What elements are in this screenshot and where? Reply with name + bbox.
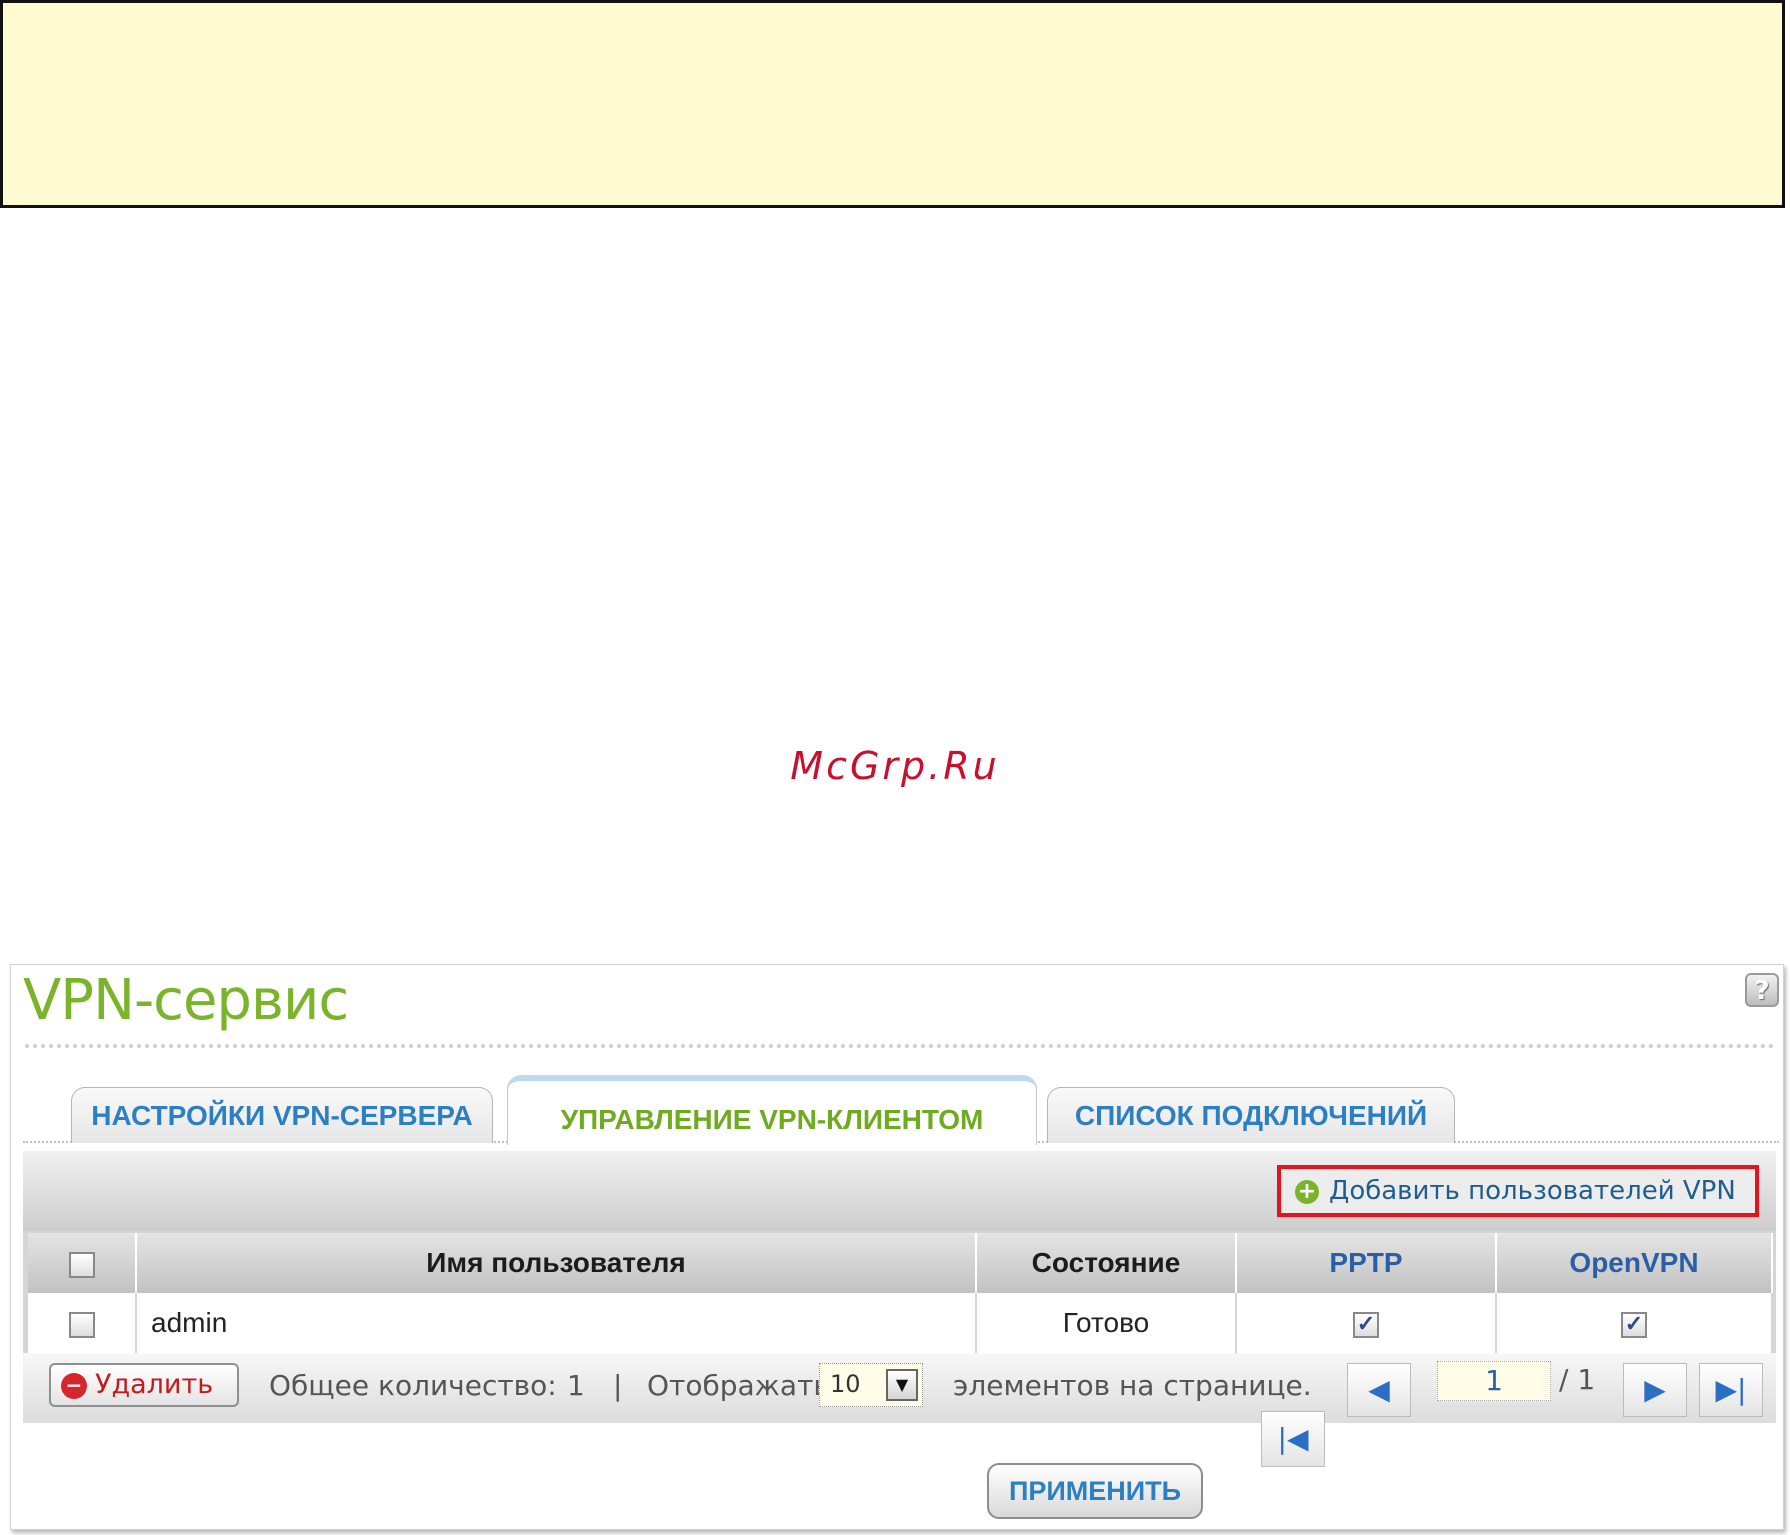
first-page-icon: |◀	[1277, 1422, 1309, 1455]
per-page-label: элементов на странице.	[953, 1369, 1312, 1402]
column-header-username[interactable]: Имя пользователя	[136, 1233, 977, 1293]
tab-connection-list[interactable]: СПИСОК ПОДКЛЮЧЕНИЙ	[1047, 1087, 1455, 1143]
title-divider	[25, 1044, 1775, 1048]
grid-toolbar: + Добавить пользователей VPN	[23, 1151, 1776, 1231]
column-header-status[interactable]: Состояние	[976, 1233, 1237, 1293]
apply-button[interactable]: ПРИМЕНИТЬ	[987, 1463, 1203, 1519]
display-label: Отображать	[647, 1369, 830, 1402]
chevron-down-icon[interactable]: ▼	[886, 1369, 918, 1401]
yellow-banner	[0, 0, 1785, 208]
vpn-service-panel: VPN-сервис ? НАСТРОЙКИ VPN-СЕРВЕРА УПРАВ…	[10, 964, 1784, 1530]
prev-arrow-icon: ◀	[1368, 1373, 1390, 1406]
rows-per-page-select[interactable]: 10 ▼	[819, 1363, 923, 1407]
add-vpn-users-button[interactable]: + Добавить пользователей VPN	[1277, 1165, 1759, 1217]
openvpn-cell: ✓	[1496, 1293, 1773, 1355]
page-title: VPN-сервис	[23, 968, 349, 1033]
add-vpn-users-label: Добавить пользователей VPN	[1329, 1176, 1736, 1206]
first-page-button[interactable]: |◀	[1261, 1411, 1325, 1467]
select-all-checkbox[interactable]	[68, 1251, 95, 1278]
total-count: 1	[567, 1369, 585, 1402]
select-all-cell	[28, 1233, 137, 1293]
row-select-checkbox[interactable]	[68, 1311, 95, 1338]
next-arrow-icon: ▶	[1644, 1373, 1666, 1406]
footer-separator: |	[613, 1369, 623, 1402]
watermark: McGrp.Ru	[790, 744, 1000, 788]
username-cell[interactable]: admin	[136, 1293, 977, 1355]
help-icon[interactable]: ?	[1745, 973, 1779, 1007]
delete-button[interactable]: − Удалить	[49, 1363, 239, 1407]
next-page-button[interactable]: ▶	[1623, 1363, 1687, 1417]
table-header-row: Имя пользователя Состояние PPTP OpenVPN	[28, 1233, 1773, 1293]
total-pages: / 1	[1559, 1363, 1596, 1396]
users-table: Имя пользователя Состояние PPTP OpenVPN …	[28, 1233, 1773, 1355]
status-cell: Готово	[976, 1293, 1237, 1355]
pptp-cell: ✓	[1236, 1293, 1497, 1355]
rows-per-page-value: 10	[830, 1370, 861, 1398]
column-header-openvpn[interactable]: OpenVPN	[1496, 1233, 1773, 1293]
prev-page-button[interactable]: ◀	[1347, 1363, 1411, 1417]
table-row: admin Готово ✓ ✓	[28, 1293, 1773, 1355]
plus-circle-icon: +	[1295, 1179, 1319, 1204]
total-label: Общее количество:	[269, 1369, 557, 1402]
users-grid: + Добавить пользователей VPN Имя пользова…	[23, 1151, 1776, 1423]
tab-vpn-server-settings[interactable]: НАСТРОЙКИ VPN-СЕРВЕРА	[71, 1087, 493, 1143]
pptp-checkbox[interactable]: ✓	[1353, 1311, 1379, 1338]
last-page-icon: ▶|	[1715, 1373, 1747, 1406]
row-select-cell	[28, 1293, 137, 1355]
column-header-pptp[interactable]: PPTP	[1236, 1233, 1497, 1293]
grid-footer: − Удалить Общее количество: 1 | Отображат…	[23, 1353, 1776, 1423]
last-page-button[interactable]: ▶|	[1699, 1363, 1763, 1417]
openvpn-checkbox[interactable]: ✓	[1621, 1311, 1647, 1338]
delete-label: Удалить	[95, 1369, 214, 1400]
tab-vpn-client-management[interactable]: УПРАВЛЕНИЕ VPN-КЛИЕНТОМ	[507, 1075, 1037, 1145]
current-page-input[interactable]: 1	[1437, 1361, 1551, 1401]
delete-icon: −	[61, 1372, 87, 1399]
